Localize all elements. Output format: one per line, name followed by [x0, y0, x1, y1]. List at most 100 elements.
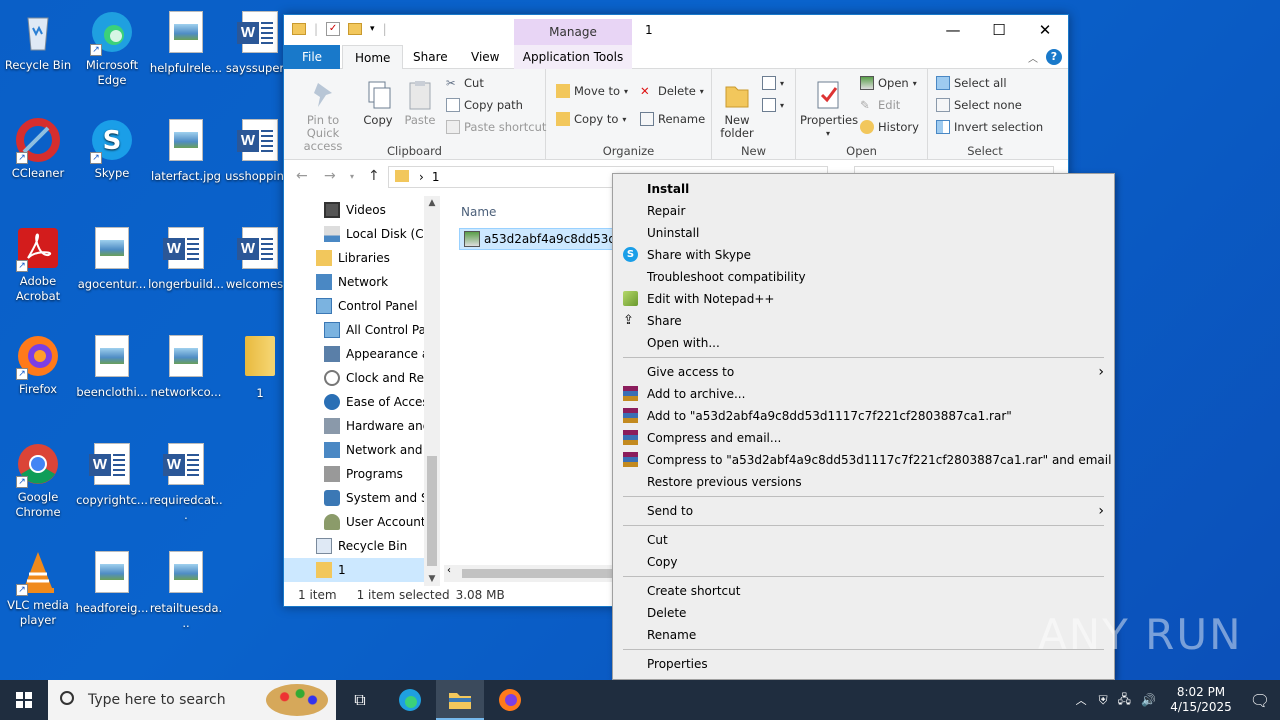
paste-button[interactable]: Paste: [402, 79, 438, 127]
desktop-icon-image-file[interactable]: beenclothi...: [74, 332, 150, 400]
menu-item-compress-email[interactable]: Compress and email...: [613, 427, 1114, 449]
scrollbar-thumb[interactable]: [462, 569, 612, 578]
menu-item-uninstall[interactable]: Uninstall: [613, 222, 1114, 244]
nav-item-network-internet[interactable]: Network and Ir: [284, 438, 424, 462]
minimize-button[interactable]: —: [930, 15, 976, 45]
nav-item-all-control-panel[interactable]: All Control Par: [284, 318, 424, 342]
desktop-icon-word-file[interactable]: W copyrightc...: [74, 440, 150, 508]
invert-selection-button[interactable]: Invert selection: [936, 117, 1043, 137]
taskbar-firefox-button[interactable]: [486, 680, 534, 720]
desktop-icon-word-file[interactable]: W requiredcat...: [148, 440, 224, 523]
properties-check-icon[interactable]: ✓: [326, 22, 341, 36]
menu-item-create-shortcut[interactable]: Create shortcut: [613, 580, 1114, 602]
nav-item-ease-of-access[interactable]: Ease of Access: [284, 390, 424, 414]
scrollbar-thumb[interactable]: [427, 456, 437, 566]
desktop-icon-image-file[interactable]: helpfulrele...: [148, 8, 224, 76]
menu-item-troubleshoot[interactable]: Troubleshoot compatibility: [613, 266, 1114, 288]
horizontal-scrollbar[interactable]: ‹: [444, 565, 612, 582]
maximize-button[interactable]: ☐: [976, 15, 1022, 45]
paste-shortcut-button[interactable]: Paste shortcut: [446, 117, 546, 137]
network-icon[interactable]: 🖧: [1118, 690, 1131, 711]
forward-arrow-icon[interactable]: →: [324, 168, 336, 184]
nav-item-network[interactable]: Network: [284, 270, 424, 294]
delete-button[interactable]: ✕ Delete ▾: [640, 81, 704, 101]
menu-item-repair[interactable]: Repair: [613, 200, 1114, 222]
select-none-button[interactable]: Select none: [936, 95, 1022, 115]
taskbar-explorer-button[interactable]: [436, 680, 484, 720]
tab-share[interactable]: Share: [401, 45, 460, 69]
desktop-icon-image-file[interactable]: networkco...: [148, 332, 224, 400]
manage-context-tab[interactable]: Manage: [514, 19, 632, 45]
desktop-icon-image-file[interactable]: headforeig...: [74, 548, 150, 616]
scroll-up-icon[interactable]: ▲: [424, 198, 440, 208]
start-button[interactable]: [0, 680, 48, 720]
tab-view[interactable]: View: [459, 45, 511, 69]
file-item[interactable]: a53d2abf4a9c8dd53d1111: [459, 228, 634, 250]
customize-dropdown-icon[interactable]: ▾: [370, 24, 375, 34]
nav-item-local-disk[interactable]: Local Disk (C:): [284, 222, 424, 246]
taskbar-search-box[interactable]: Type here to search: [48, 680, 336, 720]
task-view-button[interactable]: ⧉: [336, 680, 384, 720]
desktop-icon-recycle-bin[interactable]: Recycle Bin: [0, 8, 76, 73]
menu-item-share-with-skype[interactable]: S Share with Skype: [613, 244, 1114, 266]
menu-item-open-with[interactable]: Open with...: [613, 332, 1114, 354]
security-icon[interactable]: ⛨: [1099, 693, 1108, 708]
menu-item-copy[interactable]: Copy: [613, 551, 1114, 573]
tab-application-tools[interactable]: Application Tools: [514, 45, 632, 69]
desktop-icon-chrome[interactable]: ↗ Google Chrome: [0, 440, 76, 520]
menu-item-send-to[interactable]: Send to ›: [613, 500, 1114, 522]
scroll-down-icon[interactable]: ▼: [424, 574, 440, 584]
nav-item-user-accounts[interactable]: User Accounts: [284, 510, 424, 534]
nav-item-system-security[interactable]: System and Se: [284, 486, 424, 510]
desktop-icon-ccleaner[interactable]: ↗ CCleaner: [0, 116, 76, 181]
desktop-icon-image-file[interactable]: laterfact.jpg: [148, 116, 224, 184]
history-button[interactable]: History: [860, 117, 919, 137]
taskbar-edge-button[interactable]: [386, 680, 434, 720]
menu-item-give-access[interactable]: Give access to ›: [613, 361, 1114, 383]
nav-scrollbar[interactable]: ▲ ▼: [424, 196, 440, 586]
clock[interactable]: 8:02 PM 4/15/2025: [1162, 685, 1240, 715]
open-button[interactable]: Open ▾: [860, 73, 917, 93]
notifications-icon[interactable]: 🗨: [1240, 691, 1280, 710]
scroll-left-icon[interactable]: ‹: [447, 565, 451, 576]
copy-to-button[interactable]: Copy to ▾: [556, 109, 626, 129]
column-header-name[interactable]: Name: [461, 205, 496, 219]
menu-item-compress-to-rar-email[interactable]: Compress to "a53d2abf4a9c8dd53d1117c7f22…: [613, 449, 1114, 471]
new-folder-icon[interactable]: [348, 23, 363, 35]
new-item-button[interactable]: ▾: [762, 73, 784, 93]
recent-dropdown-icon[interactable]: ▾: [350, 172, 354, 181]
pin-quick-access-button[interactable]: Pin to Quick access: [290, 79, 356, 153]
select-all-button[interactable]: Select all: [936, 73, 1007, 93]
menu-item-add-to-rar[interactable]: Add to "a53d2abf4a9c8dd53d1117c7f221cf28…: [613, 405, 1114, 427]
menu-item-add-to-archive[interactable]: Add to archive...: [613, 383, 1114, 405]
close-button[interactable]: ✕: [1022, 15, 1068, 45]
copy-path-button[interactable]: Copy path: [446, 95, 523, 115]
desktop-icon-vlc[interactable]: ↗ VLC media player: [0, 548, 76, 628]
collapse-ribbon-icon[interactable]: ︿: [1028, 50, 1038, 65]
desktop-icon-image-file[interactable]: agocentur...: [74, 224, 150, 292]
nav-item-programs[interactable]: Programs: [284, 462, 424, 486]
back-arrow-icon[interactable]: ←: [296, 168, 308, 184]
edit-button[interactable]: ✎ Edit: [860, 95, 900, 115]
desktop-icon-edge[interactable]: ↗ Microsoft Edge: [74, 8, 150, 88]
help-icon[interactable]: ?: [1046, 49, 1062, 65]
easy-access-button[interactable]: ▾: [762, 95, 784, 115]
nav-item-recycle-bin[interactable]: Recycle Bin: [284, 534, 424, 558]
menu-item-share[interactable]: ⇪ Share: [613, 310, 1114, 332]
tab-file[interactable]: File: [284, 45, 340, 69]
menu-item-cut[interactable]: Cut: [613, 529, 1114, 551]
nav-item-clock[interactable]: Clock and Regi: [284, 366, 424, 390]
nav-item-appearance[interactable]: Appearance an: [284, 342, 424, 366]
nav-item-control-panel[interactable]: Control Panel: [284, 294, 424, 318]
desktop-icon-image-file[interactable]: retailtuesda...: [148, 548, 224, 631]
desktop-icon-firefox[interactable]: ↗ Firefox: [0, 332, 76, 397]
desktop-icon-word-file[interactable]: W longerbuild...: [148, 224, 224, 292]
show-hidden-icons-icon[interactable]: ︿: [1076, 692, 1087, 708]
nav-item-folder-1[interactable]: 1: [284, 558, 424, 582]
desktop-icon-acrobat[interactable]: ↗ Adobe Acrobat: [0, 224, 76, 304]
nav-item-hardware[interactable]: Hardware and: [284, 414, 424, 438]
desktop-icon-skype[interactable]: S ↗ Skype: [74, 116, 150, 181]
up-arrow-icon[interactable]: ↑: [368, 168, 380, 184]
new-folder-button[interactable]: New folder: [716, 79, 758, 140]
volume-icon[interactable]: 🔊: [1141, 693, 1156, 707]
